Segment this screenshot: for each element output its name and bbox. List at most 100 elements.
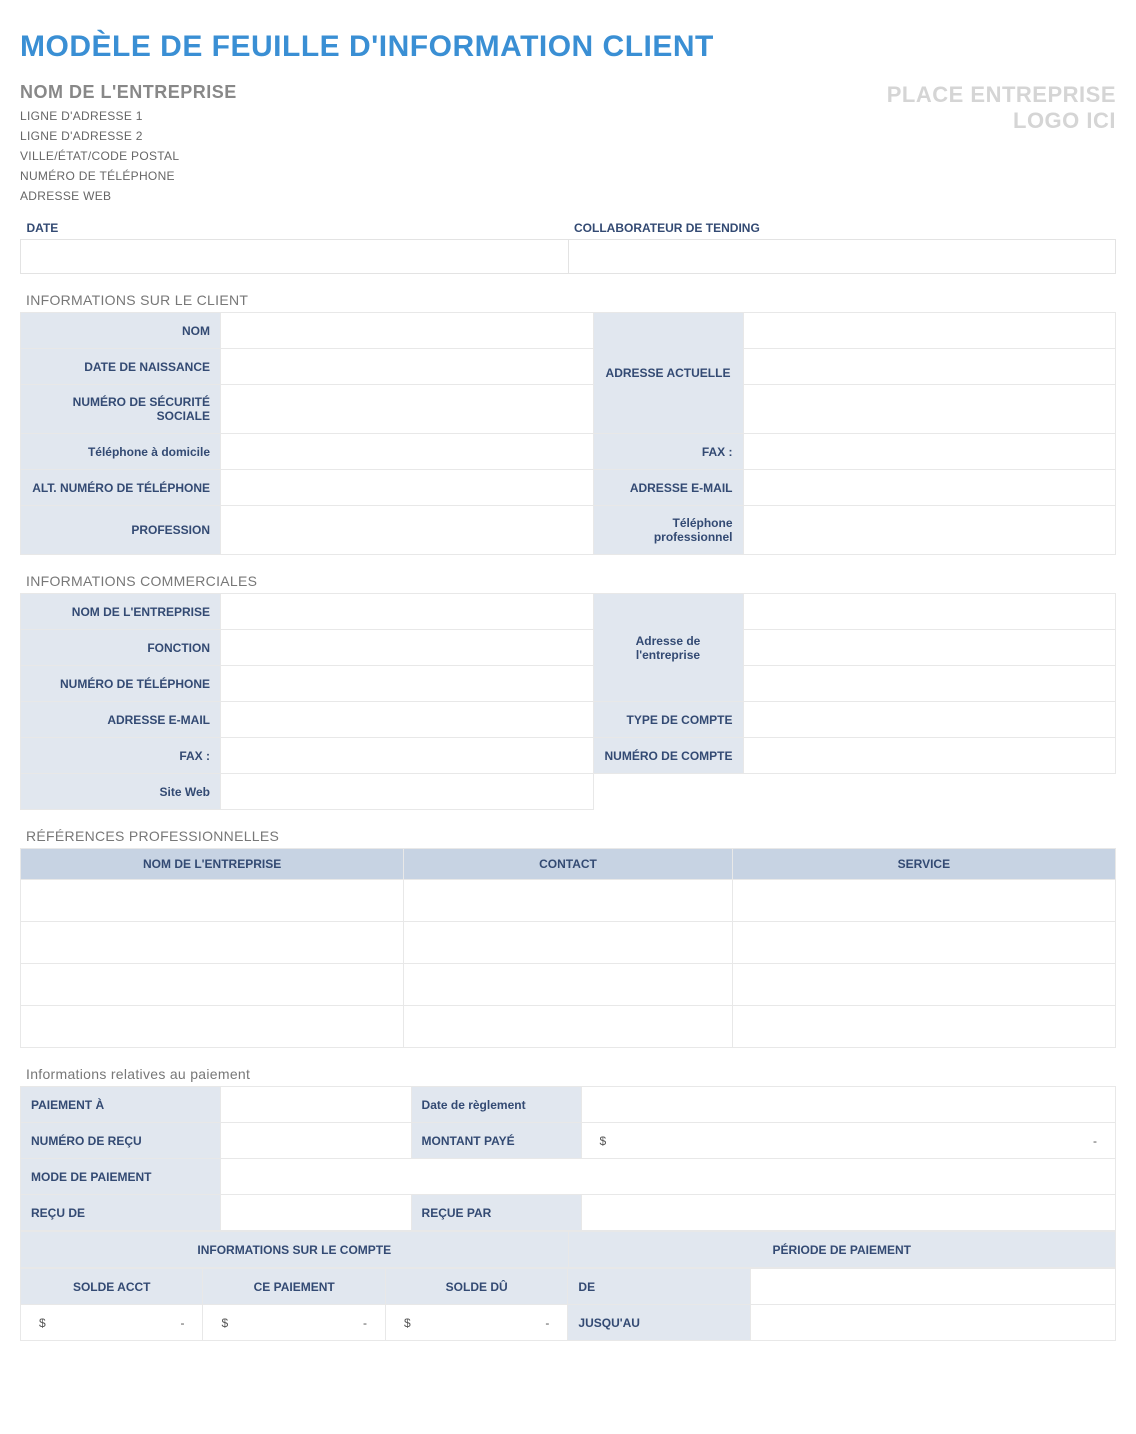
biz-acctnum-label: NUMÉRO DE COMPTE	[593, 738, 743, 774]
acct-balance-input[interactable]: $-	[21, 1305, 203, 1341]
ref-row-4-contact[interactable]	[404, 1006, 733, 1048]
client-address-label: ADRESSE ACTUELLE	[593, 313, 743, 434]
pay-to-label: PAIEMENT À	[21, 1087, 221, 1123]
this-payment-input[interactable]: $-	[203, 1305, 385, 1341]
pay-mode-label: MODE DE PAIEMENT	[21, 1159, 221, 1195]
date-collab-table: DATE COLLABORATEUR DE TENDING	[20, 217, 1116, 274]
business-table: NOM DE L'ENTREPRISE Adresse de l'entrepr…	[20, 593, 1116, 810]
references-table: NOM DE L'ENTREPRISE CONTACT SERVICE	[20, 848, 1116, 1048]
ref-col-contact: CONTACT	[404, 849, 733, 880]
client-dob-label: DATE DE NAISSANCE	[21, 349, 221, 385]
ref-col-service: SERVICE	[732, 849, 1115, 880]
client-ssn-input[interactable]	[221, 385, 594, 434]
client-altphone-label: ALT. NUMÉRO DE TÉLÉPHONE	[21, 470, 221, 506]
client-dob-input[interactable]	[221, 349, 594, 385]
biz-website-label: Site Web	[21, 774, 221, 810]
header-row: NOM DE L'ENTREPRISE LIGNE D'ADRESSE 1 LI…	[20, 82, 1116, 209]
period-from-input[interactable]	[750, 1269, 1115, 1305]
ref-row-2-service[interactable]	[732, 922, 1115, 964]
biz-accttype-input[interactable]	[743, 702, 1116, 738]
biz-address-input-2[interactable]	[743, 630, 1116, 666]
currency-dash: -	[1093, 1134, 1097, 1148]
pay-to-input[interactable]	[221, 1087, 412, 1123]
received-from-label: REÇU DE	[21, 1195, 221, 1231]
cs1: $	[39, 1316, 46, 1330]
client-name-label: NOM	[21, 313, 221, 349]
biz-company-label: NOM DE L'ENTREPRISE	[21, 594, 221, 630]
logo-line1: PLACE ENTREPRISE	[887, 82, 1116, 108]
client-address-input-2[interactable]	[743, 349, 1116, 385]
receipt-no-label: NUMÉRO DE REÇU	[21, 1123, 221, 1159]
business-heading: INFORMATIONS COMMERCIALES	[26, 573, 1116, 589]
ref-row-4-service[interactable]	[732, 1006, 1115, 1048]
biz-email-input[interactable]	[221, 702, 594, 738]
collab-input[interactable]	[568, 240, 1116, 274]
received-by-label: REÇUE PAR	[411, 1195, 581, 1231]
biz-acctnum-input[interactable]	[743, 738, 1116, 774]
client-workphone-input[interactable]	[743, 506, 1116, 555]
biz-address-input-1[interactable]	[743, 594, 1116, 630]
settle-date-label: Date de règlement	[411, 1087, 581, 1123]
ref-row-2-company[interactable]	[21, 922, 404, 964]
account-detail-table: SOLDE ACCT CE PAIEMENT SOLDE DÛ DE $- $-…	[20, 1268, 1116, 1341]
references-heading: RÉFÉRENCES PROFESSIONNELLES	[26, 828, 1116, 844]
ref-row-1-contact[interactable]	[404, 880, 733, 922]
spacer	[593, 774, 1116, 810]
ref-row-3-service[interactable]	[732, 964, 1115, 1006]
period-until-input[interactable]	[750, 1305, 1115, 1341]
client-homephone-input[interactable]	[221, 434, 594, 470]
client-ssn-label: NUMÉRO DE SÉCURITÉ SOCIALE	[21, 385, 221, 434]
ref-row-4-company[interactable]	[21, 1006, 404, 1048]
acct-balance-label: SOLDE ACCT	[21, 1269, 203, 1305]
biz-address-input-3[interactable]	[743, 666, 1116, 702]
payment-heading: Informations relatives au paiement	[26, 1066, 1116, 1082]
payment-table: PAIEMENT À Date de règlement NUMÉRO DE R…	[20, 1086, 1116, 1231]
ref-row-3-contact[interactable]	[404, 964, 733, 1006]
account-period-table: INFORMATIONS SUR LE COMPTE PÉRIODE DE PA…	[20, 1231, 1116, 1268]
biz-phone-input[interactable]	[221, 666, 594, 702]
client-email-input[interactable]	[743, 470, 1116, 506]
balance-due-label: SOLDE DÛ	[385, 1269, 567, 1305]
received-from-input[interactable]	[221, 1195, 412, 1231]
ref-row-3-company[interactable]	[21, 964, 404, 1006]
biz-function-input[interactable]	[221, 630, 594, 666]
client-altphone-input[interactable]	[221, 470, 594, 506]
client-address-input-1[interactable]	[743, 313, 1116, 349]
received-by-input[interactable]	[581, 1195, 1115, 1231]
company-addr1: LIGNE D'ADRESSE 1	[20, 109, 237, 123]
biz-fax-input[interactable]	[221, 738, 594, 774]
date-input[interactable]	[21, 240, 569, 274]
ref-row-1-service[interactable]	[732, 880, 1115, 922]
company-name: NOM DE L'ENTREPRISE	[20, 82, 237, 103]
cd3: -	[545, 1316, 549, 1330]
cd2: -	[363, 1316, 367, 1330]
client-table: NOM ADRESSE ACTUELLE DATE DE NAISSANCE N…	[20, 312, 1116, 555]
ref-col-company: NOM DE L'ENTREPRISE	[21, 849, 404, 880]
client-profession-input[interactable]	[221, 506, 594, 555]
biz-company-input[interactable]	[221, 594, 594, 630]
client-fax-input[interactable]	[743, 434, 1116, 470]
client-heading: INFORMATIONS SUR LE CLIENT	[26, 292, 1116, 308]
page-title: MODÈLE DE FEUILLE D'INFORMATION CLIENT	[20, 30, 1116, 64]
client-address-input-3[interactable]	[743, 385, 1116, 434]
cs2: $	[221, 1316, 228, 1330]
logo-line2: LOGO ICI	[887, 108, 1116, 134]
ref-row-2-contact[interactable]	[404, 922, 733, 964]
biz-fax-label: FAX :	[21, 738, 221, 774]
ref-row-1-company[interactable]	[21, 880, 404, 922]
client-workphone-label: Téléphone professionnel	[593, 506, 743, 555]
settle-date-input[interactable]	[581, 1087, 1115, 1123]
biz-website-input[interactable]	[221, 774, 594, 810]
receipt-no-input[interactable]	[221, 1123, 412, 1159]
company-citystate: VILLE/ÉTAT/CODE POSTAL	[20, 149, 237, 163]
period-until-label: JUSQU'AU	[568, 1305, 750, 1341]
biz-address-label: Adresse de l'entreprise	[593, 594, 743, 702]
client-name-input[interactable]	[221, 313, 594, 349]
cd1: -	[180, 1316, 184, 1330]
client-email-label: ADRESSE E-MAIL	[593, 470, 743, 506]
client-fax-label: FAX :	[593, 434, 743, 470]
pay-mode-input[interactable]	[221, 1159, 1116, 1195]
balance-due-input[interactable]: $-	[385, 1305, 567, 1341]
biz-email-label: ADRESSE E-MAIL	[21, 702, 221, 738]
amount-paid-input[interactable]: $-	[581, 1123, 1115, 1159]
